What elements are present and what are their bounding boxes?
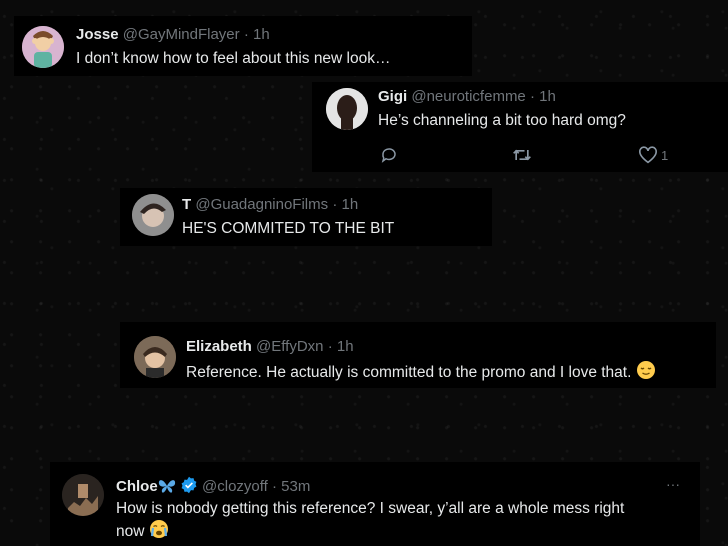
user-handle[interactable]: @GayMindFlayer [123,26,240,43]
timestamp[interactable]: 1h [341,196,358,213]
display-name[interactable]: Chloe [116,478,158,495]
user-handle[interactable]: @GuadagninoFilms [195,196,328,213]
like-count: 1 [661,147,669,163]
reply-header: Gigi @neuroticfemme · 1h [378,88,556,106]
reply-text: He’s channeling a bit too hard omg? [378,112,626,129]
like-action[interactable]: 1 [638,146,668,164]
timestamp[interactable]: 1h [337,338,354,355]
reply-text: I don’t know how to feel about this new … [76,50,391,67]
user-handle[interactable]: @EffyDxn [256,338,323,355]
separator: · [332,196,338,213]
reply-icon [381,148,396,163]
avatar[interactable] [326,88,368,130]
reply-header: T @GuadagninoFilms · 1h [182,196,358,214]
reply-card-elizabeth[interactable]: Elizabeth @EffyDxn · 1h Reference. He ac… [120,322,716,388]
reply-card-josse[interactable]: Josse @GayMindFlayer · 1h I don’t know h… [14,16,472,76]
butterfly-emoji-icon [158,480,175,493]
separator: · [272,478,277,495]
user-handle[interactable]: @neuroticfemme [411,88,525,105]
reply-text: Reference. He actually is committed to t… [186,364,632,381]
reply-card-t[interactable]: T @GuadagninoFilms · 1h HE'S COMMITED TO… [120,188,492,246]
reply-card-chloe[interactable]: Chloe @clozyoff · 53m ··· How is nobody … [50,462,700,546]
display-name[interactable]: Josse [76,26,119,43]
reply-text: now [116,523,145,540]
verified-badge-icon [181,476,197,494]
more-options-button[interactable]: ··· [666,476,680,492]
reply-text-row: Reference. He actually is committed to t… [186,360,656,383]
crying-face-emoji-icon [149,520,168,538]
retweet-icon [513,149,531,161]
timestamp[interactable]: 1h [539,88,556,105]
heart-icon [639,146,657,164]
timestamp[interactable]: 1h [253,26,270,43]
timestamp[interactable]: 53m [281,478,310,495]
separator: · [243,26,249,43]
avatar[interactable] [22,26,64,68]
reply-header: Elizabeth @EffyDxn · 1h [186,338,354,356]
retweet-action[interactable] [512,146,532,164]
separator: · [529,88,535,105]
avatar[interactable] [132,194,174,236]
reply-text: How is nobody getting this reference? I … [116,500,625,517]
display-name[interactable]: Elizabeth [186,338,252,355]
display-name[interactable]: T [182,196,191,213]
display-name[interactable]: Gigi [378,88,407,105]
reply-text-row: now [116,519,169,542]
reply-card-gigi[interactable]: Gigi @neuroticfemme · 1h He’s channeling… [312,82,728,172]
reply-header: Josse @GayMindFlayer · 1h [76,26,270,44]
reply-action[interactable] [380,146,398,164]
separator: · [327,338,333,355]
reply-header: Chloe @clozyoff · 53m [116,476,310,496]
reply-text: HE'S COMMITED TO THE BIT [182,220,395,237]
avatar[interactable] [134,336,176,378]
avatar[interactable] [62,474,104,516]
user-handle[interactable]: @clozyoff [202,478,268,495]
relieved-face-emoji-icon [636,361,655,379]
